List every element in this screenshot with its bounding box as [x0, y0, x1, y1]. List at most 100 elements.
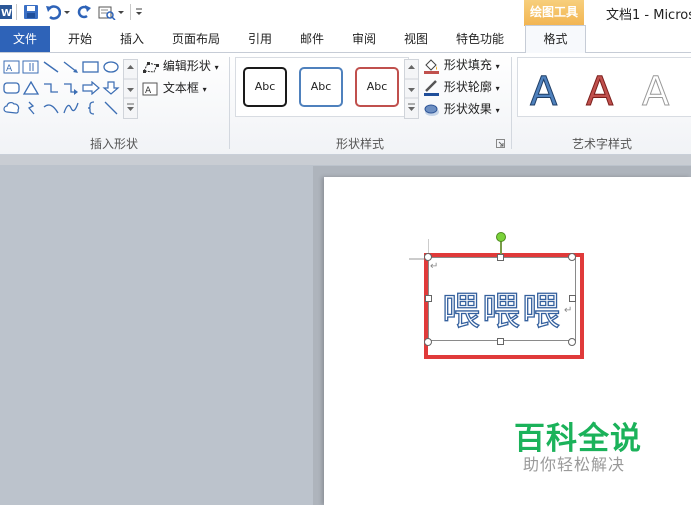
resize-handle-bottom-right[interactable]: [568, 338, 576, 346]
wordart-preset-blue[interactable]: A: [522, 65, 572, 116]
right-arrow-shape-icon[interactable]: [82, 80, 100, 96]
resize-handle-right[interactable]: [569, 295, 576, 302]
shapes-gallery-scrollbar[interactable]: [123, 59, 138, 119]
edit-shape-button[interactable]: 编辑形状 ▾: [142, 56, 219, 76]
document-title: 文档1 - Micros: [606, 8, 691, 23]
shape-styles-group: Abc Abc Abc 形状填充 ▾ 形状轮廓 ▾ 形状效果 ▾ 形状样式: [230, 53, 510, 153]
edit-shape-label: 编辑形状: [162, 59, 211, 73]
elbow-connector-shape-icon[interactable]: [42, 81, 60, 95]
svg-text:A: A: [530, 69, 558, 113]
shape-styles-group-label: 形状样式: [335, 137, 384, 151]
insert-shapes-group-label: 插入形状: [89, 137, 138, 151]
oval-shape-icon[interactable]: [102, 60, 120, 74]
shape-fill-label: 形状填充: [443, 58, 492, 72]
undo-dropdown-icon[interactable]: [63, 4, 71, 20]
wordart-text[interactable]: 喂喂喂: [429, 280, 575, 335]
shape-styles-gallery-scrollbar[interactable]: [404, 59, 419, 119]
shape-effects-label: 形状效果: [443, 102, 492, 116]
wordart-styles-group-label: 艺术字样式: [572, 137, 633, 151]
insert-shapes-group: A 编辑形状 ▾ A 文本框 ▾ 插入形状: [0, 53, 228, 153]
wordart-preset-white[interactable]: A: [634, 65, 684, 116]
resize-handle-top-right[interactable]: [568, 253, 576, 261]
tab-home[interactable]: 开始: [60, 26, 100, 52]
tab-insert[interactable]: 插入: [112, 26, 152, 52]
shape-style-preset-3[interactable]: Abc: [355, 67, 399, 107]
lightning-shape-icon[interactable]: [22, 101, 40, 115]
line-shape-icon[interactable]: [42, 60, 60, 74]
vertical-text-box-shape-icon[interactable]: [22, 60, 40, 74]
tab-references[interactable]: 引用: [240, 26, 280, 52]
shape-fill-button[interactable]: 形状填充 ▾: [423, 55, 500, 75]
rectangle-shape-icon[interactable]: [82, 60, 100, 74]
ribbon: A 编辑形状 ▾ A 文本框 ▾ 插入形状 Abc Abc Abc 形状填充 ▾…: [0, 53, 691, 155]
text-box[interactable]: 喂喂喂: [428, 257, 576, 341]
rotation-handle[interactable]: [496, 232, 506, 242]
tab-special-features[interactable]: 特色功能: [448, 26, 512, 52]
resize-handle-top[interactable]: [497, 254, 504, 261]
drawing-tools-context-title: 绘图工具: [524, 0, 584, 26]
wordart-preset-red[interactable]: A: [578, 65, 628, 116]
svg-text:A: A: [6, 64, 13, 74]
wordart-styles-group: A A A 艺术字样式: [512, 53, 691, 153]
chevron-down-icon: ▾: [495, 62, 500, 71]
text-box-shape-icon[interactable]: A: [3, 60, 21, 74]
tab-mailings[interactable]: 邮件: [292, 26, 332, 52]
svg-text:A: A: [642, 69, 670, 113]
tab-page-layout[interactable]: 页面布局: [165, 26, 227, 52]
tab-format[interactable]: 格式: [525, 25, 586, 53]
redo-icon[interactable]: [76, 4, 92, 20]
brace-shape-icon[interactable]: [82, 101, 100, 115]
elbow-arrow-connector-shape-icon[interactable]: [62, 81, 80, 95]
pen-outline-icon: [424, 79, 439, 96]
svg-text:W: W: [1, 8, 12, 19]
resize-handle-bottom[interactable]: [497, 338, 504, 345]
quick-access-separator: [130, 4, 131, 20]
shape-outline-button[interactable]: 形状轮廓 ▾: [423, 77, 500, 97]
tab-file[interactable]: 文件: [0, 26, 50, 52]
paragraph-mark-icon: ↵: [564, 305, 573, 316]
paragraph-mark-icon: ↵: [430, 261, 439, 272]
text-box-label: 文本框: [162, 81, 199, 95]
paint-bucket-icon: [424, 58, 439, 74]
shape-effects-icon: [424, 104, 439, 116]
chevron-down-icon: ▾: [202, 85, 207, 94]
ribbon-tabs: 文件 开始 插入 页面布局 引用 邮件 审阅 视图 特色功能 格式: [0, 25, 691, 53]
shape-outline-label: 形状轮廓: [443, 80, 492, 94]
word-app-icon[interactable]: W: [0, 4, 12, 20]
print-preview-dropdown-icon[interactable]: [117, 4, 125, 20]
save-icon[interactable]: [23, 4, 39, 20]
document-page[interactable]: 喂喂喂 ↵ ↵ 百科全说 助你轻松解决: [324, 177, 691, 505]
chevron-down-icon: ▾: [495, 84, 500, 93]
customize-quick-access-icon[interactable]: [134, 4, 144, 20]
ruler-band: [0, 155, 691, 165]
rounded-rectangle-shape-icon[interactable]: [3, 81, 21, 95]
tab-view[interactable]: 视图: [396, 26, 436, 52]
cloud-shape-icon[interactable]: [3, 101, 21, 115]
shape-style-preset-2[interactable]: Abc: [299, 67, 343, 107]
diagonal-line-shape-icon[interactable]: [102, 101, 120, 115]
print-preview-icon[interactable]: [98, 4, 116, 21]
triangle-shape-icon[interactable]: [22, 80, 40, 95]
text-box-icon: A: [142, 82, 158, 96]
edit-shape-icon: [143, 61, 159, 73]
resize-handle-top-left[interactable]: [424, 253, 432, 261]
arc-shape-icon[interactable]: [42, 101, 60, 115]
svg-text:A: A: [586, 69, 614, 113]
tab-review[interactable]: 审阅: [344, 26, 384, 52]
quick-access-separator: [16, 4, 17, 20]
curve-shape-icon[interactable]: [62, 101, 80, 115]
chevron-down-icon: ▾: [495, 106, 500, 115]
shape-style-preset-1[interactable]: Abc: [243, 67, 287, 107]
svg-text:A: A: [145, 86, 152, 96]
watermark-subtitle: 助你轻松解决: [523, 455, 626, 474]
shape-effects-button[interactable]: 形状效果 ▾: [423, 99, 500, 119]
dialog-launcher-icon[interactable]: [496, 137, 505, 148]
arrow-line-shape-icon[interactable]: [62, 60, 80, 74]
text-box-button[interactable]: A 文本框 ▾: [142, 78, 207, 98]
resize-handle-left[interactable]: [425, 295, 432, 302]
chevron-down-icon: ▾: [214, 63, 219, 72]
resize-handle-bottom-left[interactable]: [424, 338, 432, 346]
undo-icon[interactable]: [45, 4, 62, 20]
down-arrow-shape-icon[interactable]: [102, 81, 120, 95]
title-bar: W 绘图工具 文档1 - Micros: [0, 0, 691, 26]
